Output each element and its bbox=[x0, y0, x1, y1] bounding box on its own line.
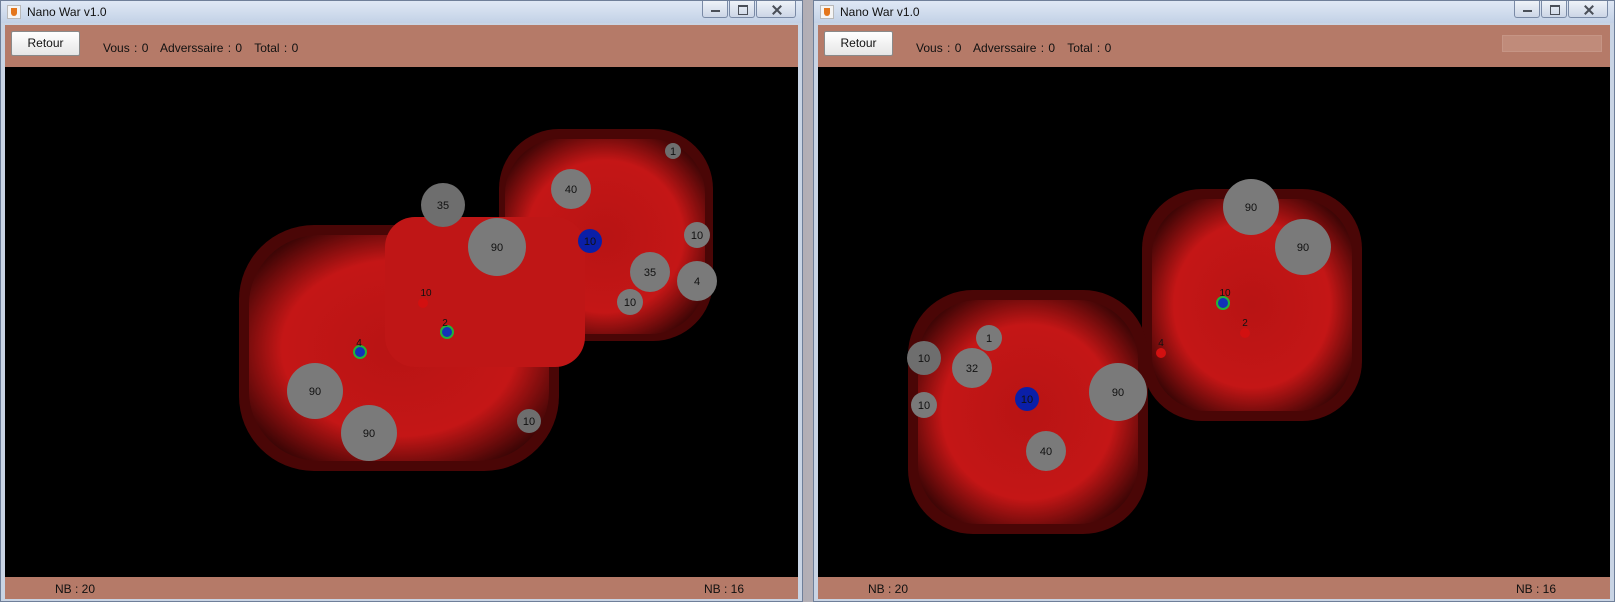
blank-field bbox=[1502, 35, 1602, 52]
cell[interactable]: 40 bbox=[1026, 431, 1066, 471]
cell[interactable]: 90 bbox=[1223, 179, 1279, 235]
window-title: Nano War v1.0 bbox=[27, 5, 107, 19]
svg-text:90: 90 bbox=[1245, 202, 1257, 214]
maximize-button[interactable] bbox=[729, 1, 755, 18]
svg-text:35: 35 bbox=[437, 200, 449, 212]
minimize-button[interactable] bbox=[702, 1, 728, 18]
game-window-left: Nano War v1.0 Retour Vous : 0 Adverssair… bbox=[0, 0, 803, 602]
cell[interactable]: 10 bbox=[617, 289, 643, 315]
svg-text:90: 90 bbox=[1112, 387, 1124, 399]
game-map[interactable]: 40 90 10 35 10 10 4 90 90 35 1 10 10 2 4 bbox=[5, 67, 798, 561]
cell[interactable]: 35 bbox=[630, 252, 670, 292]
svg-text:90: 90 bbox=[309, 386, 321, 398]
svg-text:90: 90 bbox=[363, 428, 375, 440]
nb-count-right: NB : 16 bbox=[703, 582, 744, 596]
cell[interactable]: 90 bbox=[468, 218, 526, 276]
cell[interactable]: 35 bbox=[421, 183, 465, 227]
cell[interactable]: 10 bbox=[907, 341, 941, 375]
svg-text:10: 10 bbox=[584, 236, 596, 248]
svg-text:10: 10 bbox=[918, 400, 930, 412]
status-bar: NB : 20 NB : 16 bbox=[818, 577, 1610, 599]
cell[interactable]: 4 bbox=[677, 261, 717, 301]
retour-button[interactable]: Retour bbox=[11, 31, 80, 56]
window-title: Nano War v1.0 bbox=[840, 5, 920, 19]
close-button[interactable] bbox=[756, 1, 796, 18]
svg-text:10: 10 bbox=[420, 288, 432, 299]
svg-text:35: 35 bbox=[644, 267, 656, 279]
svg-text:1: 1 bbox=[670, 146, 676, 158]
svg-text:4: 4 bbox=[356, 338, 362, 349]
svg-text:40: 40 bbox=[565, 184, 577, 196]
retour-button[interactable]: Retour bbox=[824, 31, 893, 56]
cell[interactable]: 1 bbox=[665, 143, 681, 159]
score-bar: Retour Vous : 0 Adverssaire : 0 Total : … bbox=[818, 25, 1610, 67]
cell[interactable]: 90 bbox=[1089, 363, 1147, 421]
svg-text:10: 10 bbox=[1021, 394, 1033, 406]
score-text: Vous : 0 Adverssaire : 0 Total : 0 bbox=[103, 41, 306, 55]
nb-count-right: NB : 16 bbox=[1515, 582, 1556, 596]
game-field[interactable]: 40 90 10 35 10 10 4 90 90 35 1 10 10 2 4 bbox=[5, 67, 798, 577]
svg-text:90: 90 bbox=[491, 242, 503, 254]
svg-text:40: 40 bbox=[1040, 446, 1052, 458]
ally-unit[interactable]: 10 bbox=[1216, 288, 1231, 310]
title-bar[interactable]: Nano War v1.0 bbox=[1, 1, 802, 23]
svg-text:4: 4 bbox=[694, 276, 700, 288]
game-field[interactable]: 90 90 1 32 10 10 10 90 40 10 2 4 bbox=[818, 67, 1610, 577]
status-bar: NB : 20 NB : 16 bbox=[5, 577, 798, 599]
cell[interactable]: 10 bbox=[911, 392, 937, 418]
svg-text:10: 10 bbox=[691, 230, 703, 242]
cell[interactable]: 90 bbox=[1275, 219, 1331, 275]
nb-count-left: NB : 20 bbox=[55, 582, 96, 596]
score-bar: Retour Vous : 0 Adverssaire : 0 Total : … bbox=[5, 25, 798, 67]
java-app-icon bbox=[820, 5, 834, 19]
nb-count-left: NB : 20 bbox=[868, 582, 909, 596]
cell[interactable]: 90 bbox=[287, 363, 343, 419]
cell[interactable]: 1 bbox=[976, 325, 1002, 351]
svg-text:2: 2 bbox=[442, 318, 448, 329]
close-button[interactable] bbox=[1568, 1, 1608, 18]
svg-text:4: 4 bbox=[1158, 338, 1164, 349]
cell[interactable]: 10 bbox=[684, 222, 710, 248]
score-total: Total : 0 bbox=[1067, 41, 1112, 55]
score-vous: Vous : 0 bbox=[916, 41, 962, 55]
svg-text:90: 90 bbox=[1297, 242, 1309, 254]
svg-text:1: 1 bbox=[986, 333, 992, 345]
maximize-button[interactable] bbox=[1541, 1, 1567, 18]
java-app-icon bbox=[7, 5, 21, 19]
score-text: Vous : 0 Adverssaire : 0 Total : 0 bbox=[916, 41, 1119, 55]
cell[interactable]: 40 bbox=[551, 169, 591, 209]
svg-text:10: 10 bbox=[624, 297, 636, 309]
cell[interactable]: 90 bbox=[341, 405, 397, 461]
svg-text:32: 32 bbox=[966, 363, 978, 375]
cell[interactable]: 10 bbox=[517, 409, 541, 433]
score-adversaire: Adverssaire : 0 bbox=[973, 41, 1056, 55]
svg-text:10: 10 bbox=[918, 353, 930, 365]
svg-text:2: 2 bbox=[1242, 318, 1248, 329]
score-total: Total : 0 bbox=[254, 41, 299, 55]
cell[interactable]: 32 bbox=[952, 348, 992, 388]
game-map[interactable]: 90 90 1 32 10 10 10 90 40 10 2 4 bbox=[818, 67, 1610, 561]
minimize-button[interactable] bbox=[1514, 1, 1540, 18]
title-bar[interactable]: Nano War v1.0 bbox=[814, 1, 1614, 23]
player-cell[interactable]: 10 bbox=[1015, 387, 1039, 411]
score-adversaire: Adverssaire : 0 bbox=[160, 41, 243, 55]
game-window-right: Nano War v1.0 Retour Vous : 0 Adverssair… bbox=[813, 0, 1615, 602]
svg-text:10: 10 bbox=[1219, 288, 1231, 299]
player-cell[interactable]: 10 bbox=[578, 229, 602, 253]
svg-text:10: 10 bbox=[523, 416, 535, 428]
score-vous: Vous : 0 bbox=[103, 41, 149, 55]
